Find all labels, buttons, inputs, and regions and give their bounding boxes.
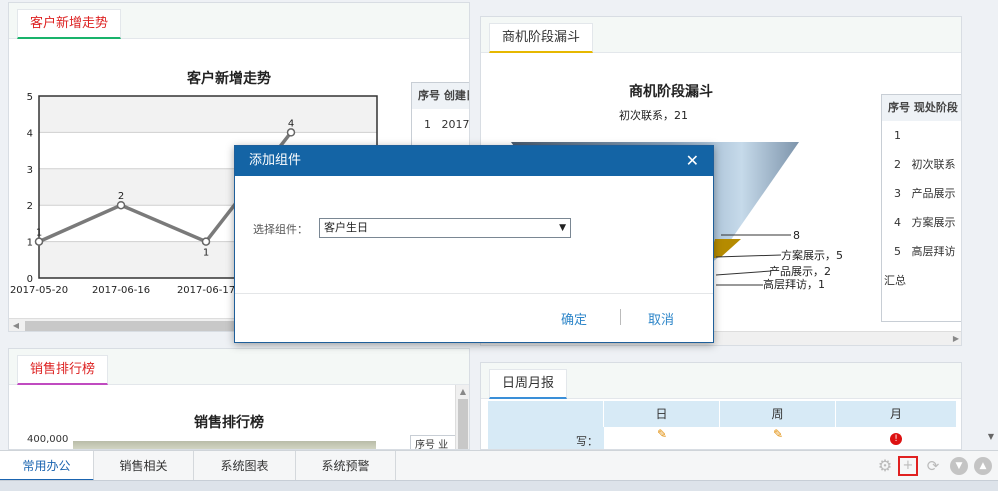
bottom-strip [0,480,998,491]
edit-week-icon[interactable]: ✎ [720,427,836,449]
chevron-up-icon[interactable]: ▲ [974,457,992,475]
tab-system-charts[interactable]: 系统图表 [194,451,296,481]
cancel-button[interactable]: 取消 [648,309,674,328]
data-point [116,200,126,210]
col-week: 周 [720,401,836,427]
dialog-title: 添加组件 [249,153,302,168]
table-row: 3 产品展示 [894,187,956,200]
table-header: 序号 创建日 [412,83,469,109]
table-row: 4 方案展示 [894,216,956,229]
row-label: 写： [488,427,604,449]
sales-table-header: 序号 业 [410,435,460,449]
x-tick-label: 2017-05-20 [10,285,68,293]
divider [620,309,621,325]
table-row: 2 初次联系 [894,158,956,171]
y-tick-label: 0 [27,274,33,285]
funnel-label-1: 初次联系，21 [619,108,688,122]
y-tick-label: 5 [27,92,33,103]
tab-common-office[interactable]: 常用办公 [0,451,94,481]
report-header-row: 日 周 月 [488,401,956,427]
bar-top-edge [73,441,376,449]
confirm-button[interactable]: 确定 [561,309,587,328]
chart-title: 商机阶段漏斗 [629,84,713,100]
y-axis-top-label: 400,000 [27,434,69,445]
funnel-label-2: 8 [793,229,800,242]
scroll-left-icon[interactable]: ◀ [9,319,23,331]
close-icon[interactable]: ✕ [686,146,699,176]
sales-rank-panel: 销售排行榜 销售排行榜 400,000 序号 业 ▲ [8,348,470,450]
report-panel: 日周月报 日 周 月 写： ✎ ✎ ! [480,362,962,450]
vertical-scrollbar[interactable]: ▲ [455,385,469,449]
table-row: 1 [894,129,901,142]
scroll-thumb[interactable] [458,399,468,449]
funnel-table: 序号 现处阶段 1 2 初次联系 3 产品展示 4 方案展示 5 高层拜访 汇总 [881,94,961,322]
dialog-body: 选择组件： 客户生日 ▼ [235,176,713,294]
y-tick-label: 2 [27,201,33,212]
panel-header: 商机阶段漏斗 [481,17,961,53]
add-component-dialog: 添加组件 ✕ 选择组件： 客户生日 ▼ 确定 取消 [234,145,714,343]
y-tick-label: 4 [27,128,33,139]
alert-month-icon[interactable]: ! [836,427,956,449]
data-label: 1 [203,248,209,259]
panel-header: 销售排行榜 [9,349,469,385]
y-tick-label: 3 [27,165,33,176]
refresh-icon[interactable]: ⟳ [924,457,942,475]
tab-sales[interactable]: 销售相关 [94,451,194,481]
add-icon[interactable]: + [898,456,918,476]
data-label: 2 [118,191,124,202]
tab-system-alerts[interactable]: 系统预警 [296,451,396,481]
data-label: 1 [36,228,42,239]
tab-customer-trend[interactable]: 客户新增走势 [17,9,122,39]
data-point [201,237,211,246]
data-point [34,237,44,246]
gear-icon[interactable]: ⚙ [876,457,894,475]
chevron-down-icon[interactable]: ▼ [559,219,566,237]
tab-report[interactable]: 日周月报 [489,369,568,399]
funnel-label-3: 方案展示，5 [781,248,843,262]
tab-sales-rank[interactable]: 销售排行榜 [17,355,109,385]
page-scroll-down-icon[interactable]: ▼ [984,432,998,446]
panel-header: 日周月报 [481,363,961,399]
edit-day-icon[interactable]: ✎ [604,427,720,449]
data-point [286,128,296,137]
component-select[interactable]: 客户生日 ▼ [319,218,571,238]
scroll-up-icon[interactable]: ▲ [456,385,469,399]
table-row: 1 2017 [424,118,470,131]
funnel-label-4: 产品展示，2 [769,264,831,278]
bottom-tab-bar: 常用办公 销售相关 系统图表 系统预警 ⚙ + ⟳ ▼ ▲ [0,450,998,481]
chevron-down-icon[interactable]: ▼ [950,457,968,475]
component-select-value: 客户生日 [324,221,368,234]
component-label: 选择组件： [253,223,308,236]
tab-opportunity-funnel[interactable]: 商机阶段漏斗 [489,23,594,53]
data-label: 4 [288,118,294,129]
col-day: 日 [604,401,720,427]
table-total: 汇总 [884,274,906,287]
chart-title: 销售排行榜 [194,415,264,431]
dialog-header: 添加组件 ✕ [235,146,713,176]
report-row: 写： ✎ ✎ ! [488,427,956,449]
dialog-footer: 确定 取消 [235,294,713,342]
table-row: 5 高层拜访 [894,245,956,258]
report-table: 日 周 月 写： ✎ ✎ ! [488,401,956,449]
table-header: 序号 现处阶段 [882,95,961,121]
scroll-right-icon[interactable]: ▶ [949,332,961,345]
x-tick-label: 2017-06-17 [177,285,235,293]
y-tick-label: 1 [27,238,33,249]
panel-header: 客户新增走势 [9,3,469,39]
x-tick-label: 2017-06-16 [92,285,150,293]
grid-band [39,96,377,133]
col-month: 月 [889,407,902,421]
funnel-label-5: 高层拜访，1 [763,277,825,291]
